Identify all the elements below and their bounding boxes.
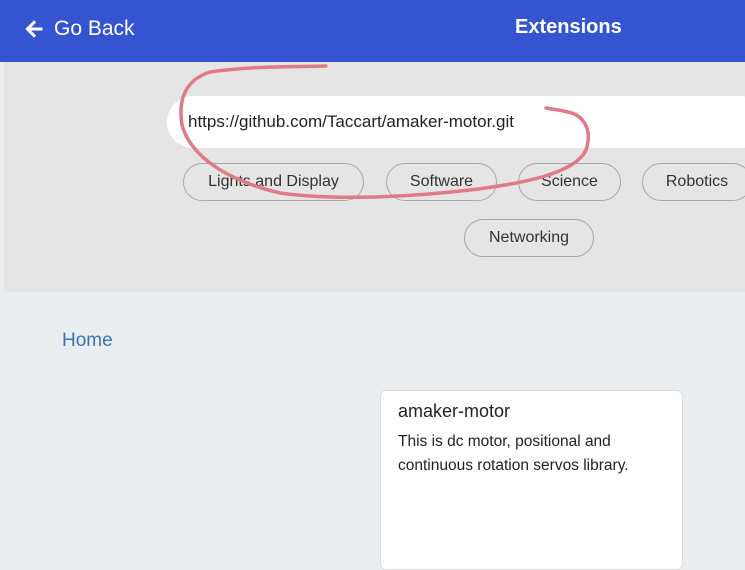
extension-card-description: This is dc motor, positional and continu… (398, 433, 629, 474)
go-back-button[interactable]: Go Back (22, 14, 135, 44)
search-box[interactable] (167, 96, 745, 148)
category-chip-lights-and-display[interactable]: Lights and Display (183, 163, 364, 201)
breadcrumb-home-link[interactable]: Home (62, 330, 113, 352)
search-panel: Lights and Display Software Science Robo… (4, 62, 745, 292)
extension-card-title: amaker-motor (398, 401, 511, 421)
category-chip-networking[interactable]: Networking (464, 219, 594, 257)
search-input[interactable] (188, 112, 745, 132)
category-chip-science[interactable]: Science (518, 163, 621, 201)
top-app-bar: Go Back Extensions (0, 0, 745, 62)
category-chip-robotics[interactable]: Robotics (642, 163, 745, 201)
extension-card[interactable]: amaker-motor This is dc motor, positiona… (380, 390, 683, 570)
category-chip-software[interactable]: Software (386, 163, 497, 201)
arrow-left-icon (25, 20, 43, 38)
page-title: Extensions (515, 16, 622, 38)
go-back-label: Go Back (54, 17, 135, 40)
